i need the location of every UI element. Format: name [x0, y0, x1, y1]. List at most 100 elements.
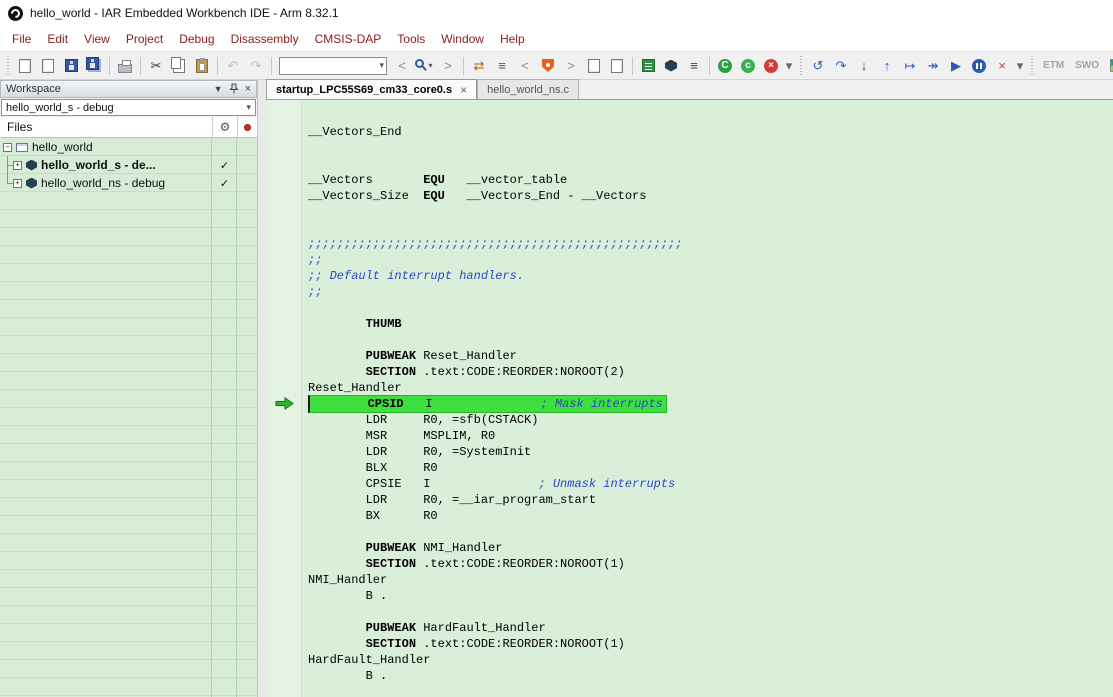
- code-line[interactable]: __Vectors_Size EQU __Vectors_End - __Vec…: [308, 188, 1113, 204]
- find-combo[interactable]: ▾: [279, 57, 387, 75]
- code-line[interactable]: [308, 204, 1113, 220]
- run-to-cursor-icon[interactable]: ↠: [922, 55, 944, 77]
- next-statement-icon[interactable]: ↦: [899, 55, 921, 77]
- next-window-icon[interactable]: [606, 55, 628, 77]
- toolbar-grip[interactable]: [799, 56, 803, 76]
- config-combo[interactable]: hello_world_s - debug ▾: [1, 99, 256, 116]
- code-line[interactable]: NMI_Handler: [308, 572, 1113, 588]
- workspace-tree[interactable]: −hello_world+hello_world_s - de...✓+hell…: [0, 138, 257, 697]
- code-area[interactable]: __Vectors_End __Vectors EQU __vector_tabl…: [266, 100, 1113, 684]
- code-line[interactable]: [308, 604, 1113, 620]
- make-icon[interactable]: [637, 55, 659, 77]
- code-line[interactable]: [308, 332, 1113, 348]
- batch-build-icon[interactable]: ≡: [683, 55, 705, 77]
- panel-menu-icon[interactable]: ▼: [214, 85, 223, 94]
- close-panel-icon[interactable]: ×: [245, 84, 251, 95]
- previous-window-icon[interactable]: [583, 55, 605, 77]
- code-line[interactable]: [308, 300, 1113, 316]
- etm-button[interactable]: ETM: [1038, 57, 1069, 75]
- code-line[interactable]: LDR R0, =SystemInit: [308, 444, 1113, 460]
- tree-item-hello-world-s-de[interactable]: +hello_world_s - de...✓: [0, 156, 257, 174]
- menu-window[interactable]: Window: [433, 28, 492, 50]
- code-line[interactable]: [308, 524, 1113, 540]
- code-line[interactable]: BX R0: [308, 508, 1113, 524]
- code-line[interactable]: PUBWEAK NMI_Handler: [308, 540, 1113, 556]
- tab-startup-lpc55s69-cm33-core0-s[interactable]: startup_LPC55S69_cm33_core0.s×: [266, 79, 477, 99]
- new-document-icon[interactable]: [14, 55, 36, 77]
- break-icon[interactable]: [968, 55, 990, 77]
- menu-debug[interactable]: Debug: [171, 28, 222, 50]
- current-execution-line[interactable]: CPSID I ; Mask interrupts: [308, 396, 1113, 412]
- color-grid-icon[interactable]: [1105, 55, 1113, 77]
- tree-item-hello-world[interactable]: −hello_world: [0, 138, 257, 156]
- step-over-icon[interactable]: ↷: [830, 55, 852, 77]
- code-line[interactable]: CPSIE I ; Unmask interrupts: [308, 476, 1113, 492]
- stop-debugging-icon[interactable]: ×: [991, 55, 1013, 77]
- code-line[interactable]: PUBWEAK HardFault_Handler: [308, 620, 1113, 636]
- undo-icon[interactable]: ↶: [222, 55, 244, 77]
- code-line[interactable]: ;;: [308, 252, 1113, 268]
- menu-tools[interactable]: Tools: [389, 28, 433, 50]
- code-line[interactable]: LDR R0, =__iar_program_start: [308, 492, 1113, 508]
- paste-icon[interactable]: [191, 55, 213, 77]
- step-into-icon[interactable]: ↓: [853, 55, 875, 77]
- code-line[interactable]: __Vectors EQU __vector_table: [308, 172, 1113, 188]
- expand-box-icon[interactable]: +: [13, 161, 22, 170]
- build-column-header[interactable]: ⚙: [212, 117, 237, 137]
- cstat-analyze-icon[interactable]: C: [714, 55, 736, 77]
- toggle-bookmark-icon[interactable]: [537, 55, 559, 77]
- code-line[interactable]: LDR R0, =sfb(CSTACK): [308, 412, 1113, 428]
- code-line[interactable]: PUBWEAK Reset_Handler: [308, 348, 1113, 364]
- stop-build-icon[interactable]: ×: [760, 55, 782, 77]
- code-line[interactable]: THUMB: [308, 316, 1113, 332]
- tree-item-hello-world-ns-debug[interactable]: +hello_world_ns - debug✓: [0, 174, 257, 192]
- code-line[interactable]: [308, 220, 1113, 236]
- redo-icon[interactable]: ↷: [245, 55, 267, 77]
- build-overflow-icon[interactable]: ▾: [783, 55, 795, 77]
- cut-icon[interactable]: ✂: [145, 55, 167, 77]
- tab-hello-world-ns-c[interactable]: hello_world_ns.c: [477, 79, 579, 99]
- menu-project[interactable]: Project: [118, 28, 171, 50]
- code-line[interactable]: ;; Default interrupt handlers.: [308, 268, 1113, 284]
- collapse-box-icon[interactable]: −: [3, 143, 12, 152]
- toolbar-grip[interactable]: [6, 56, 10, 76]
- save-icon[interactable]: [60, 55, 82, 77]
- debug-overflow-icon[interactable]: ▾: [1014, 55, 1026, 77]
- download-target-icon[interactable]: [660, 55, 682, 77]
- find-previous-icon[interactable]: <: [391, 55, 413, 77]
- menu-file[interactable]: File: [4, 28, 39, 50]
- code-line[interactable]: ;;;;;;;;;;;;;;;;;;;;;;;;;;;;;;;;;;;;;;;;…: [308, 236, 1113, 252]
- step-out-icon[interactable]: ↑: [876, 55, 898, 77]
- previous-bookmark-icon[interactable]: <: [514, 55, 536, 77]
- menu-disassembly[interactable]: Disassembly: [223, 28, 307, 50]
- code-line[interactable]: SECTION .text:CODE:REORDER:NOROOT(1): [308, 636, 1113, 652]
- code-line[interactable]: Reset_Handler: [308, 380, 1113, 396]
- swo-button[interactable]: SWO: [1070, 57, 1104, 75]
- save-all-icon[interactable]: [83, 55, 105, 77]
- reset-icon[interactable]: ↺: [807, 55, 829, 77]
- code-line[interactable]: SECTION .text:CODE:REORDER:NOROOT(2): [308, 364, 1113, 380]
- expand-box-icon[interactable]: +: [13, 179, 22, 188]
- code-line[interactable]: ;;: [308, 284, 1113, 300]
- open-document-icon[interactable]: [37, 55, 59, 77]
- menu-edit[interactable]: Edit: [39, 28, 76, 50]
- pin-icon[interactable]: [229, 83, 239, 96]
- menu-view[interactable]: View: [76, 28, 118, 50]
- code-line[interactable]: SECTION .text:CODE:REORDER:NOROOT(1): [308, 556, 1113, 572]
- code-line[interactable]: HardFault_Handler: [308, 652, 1113, 668]
- code-line[interactable]: [308, 108, 1113, 124]
- navigate-back-forward-icon[interactable]: ⇄: [468, 55, 490, 77]
- find-next-icon[interactable]: >: [437, 55, 459, 77]
- code-line[interactable]: __Vectors_End: [308, 124, 1113, 140]
- files-column-header[interactable]: Files: [0, 117, 212, 137]
- menu-cmsis-dap[interactable]: CMSIS-DAP: [307, 28, 390, 50]
- next-bookmark-icon[interactable]: >: [560, 55, 582, 77]
- code-line[interactable]: [308, 156, 1113, 172]
- print-icon[interactable]: [114, 55, 136, 77]
- copy-icon[interactable]: [168, 55, 190, 77]
- code-line[interactable]: B .: [308, 588, 1113, 604]
- search-icon[interactable]: ▾: [414, 55, 436, 77]
- breakpoint-column-header[interactable]: [237, 117, 257, 137]
- code-line[interactable]: MSR MSPLIM, R0: [308, 428, 1113, 444]
- go-icon[interactable]: ▶: [945, 55, 967, 77]
